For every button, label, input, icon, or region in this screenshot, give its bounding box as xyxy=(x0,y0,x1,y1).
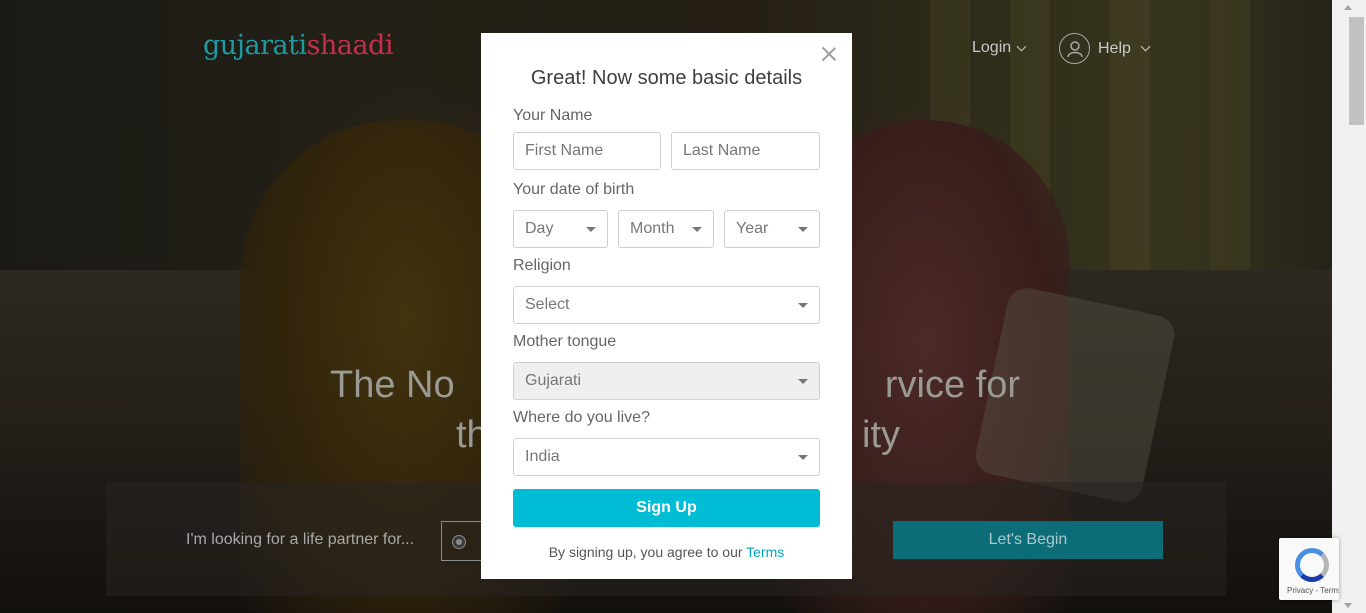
close-icon[interactable] xyxy=(822,47,836,61)
caret-down-icon xyxy=(798,379,808,384)
caret-down-icon xyxy=(586,227,596,232)
radio-icon xyxy=(453,536,465,548)
hero-line-1-right: rvice for xyxy=(884,364,1020,406)
site-logo[interactable]: gujaratishaadi xyxy=(203,30,394,61)
month-select-value: Month xyxy=(630,220,675,237)
chevron-down-icon xyxy=(1016,41,1027,51)
location-select-value: India xyxy=(525,448,560,465)
first-name-placeholder: First Name xyxy=(525,142,604,159)
last-name-field[interactable]: Last Name xyxy=(671,132,820,170)
user-avatar-icon xyxy=(1059,33,1090,64)
chevron-down-icon xyxy=(1140,41,1151,52)
page-scrollbar[interactable] xyxy=(1332,0,1366,613)
terms-notice: By signing up, you agree to our Terms xyxy=(481,544,852,560)
help-menu[interactable]: Help xyxy=(1059,33,1151,64)
mother-tongue-select[interactable]: Gujarati xyxy=(513,362,820,400)
logo-text-shaadi: shaadi xyxy=(306,30,394,61)
logo-text-gujarati: gujarati xyxy=(203,30,307,61)
name-label: Your Name xyxy=(513,107,593,124)
recaptcha-logo-icon xyxy=(1295,548,1329,582)
scroll-up-arrow-icon[interactable] xyxy=(1344,5,1352,10)
hero-line-2-right: ity xyxy=(862,414,900,456)
recaptcha-text[interactable]: Privacy - Terms xyxy=(1287,586,1339,595)
search-label: I'm looking for a life partner for... xyxy=(186,531,415,548)
login-label: Login xyxy=(972,39,1012,56)
signup-modal: Great! Now some basic details Your Name … xyxy=(481,33,852,579)
lets-begin-button[interactable]: Let's Begin xyxy=(893,521,1163,559)
modal-title: Great! Now some basic details xyxy=(530,67,803,89)
scrollbar-thumb[interactable] xyxy=(1349,17,1364,125)
first-name-field[interactable]: First Name xyxy=(513,132,661,170)
caret-down-icon xyxy=(692,227,702,232)
mother-tongue-select-value: Gujarati xyxy=(525,372,582,389)
hero-line-1-left: The No xyxy=(330,364,455,406)
year-select[interactable]: Year xyxy=(724,210,820,248)
login-menu[interactable]: Login xyxy=(972,39,1027,57)
religion-select[interactable]: Select xyxy=(513,286,820,324)
location-select[interactable]: India xyxy=(513,438,820,476)
caret-down-icon xyxy=(798,227,808,232)
year-select-value: Year xyxy=(736,220,769,237)
terms-prefix: By signing up, you agree to our xyxy=(548,544,747,560)
recaptcha-badge[interactable]: Privacy - Terms xyxy=(1279,538,1339,600)
day-select[interactable]: Day xyxy=(513,210,608,248)
day-select-value: Day xyxy=(525,220,554,237)
religion-label: Religion xyxy=(513,257,571,274)
religion-select-value: Select xyxy=(525,296,570,313)
last-name-placeholder: Last Name xyxy=(683,142,761,159)
caret-down-icon xyxy=(798,455,808,460)
location-label: Where do you live? xyxy=(513,409,650,426)
dob-label: Your date of birth xyxy=(513,181,635,198)
caret-down-icon xyxy=(798,303,808,308)
scroll-down-arrow-icon[interactable] xyxy=(1344,603,1352,608)
month-select[interactable]: Month xyxy=(618,210,714,248)
mother-tongue-label: Mother tongue xyxy=(513,333,617,350)
help-label: Help xyxy=(1098,39,1131,57)
sign-up-button[interactable]: Sign Up xyxy=(513,489,820,527)
terms-link[interactable]: Terms xyxy=(746,544,784,560)
